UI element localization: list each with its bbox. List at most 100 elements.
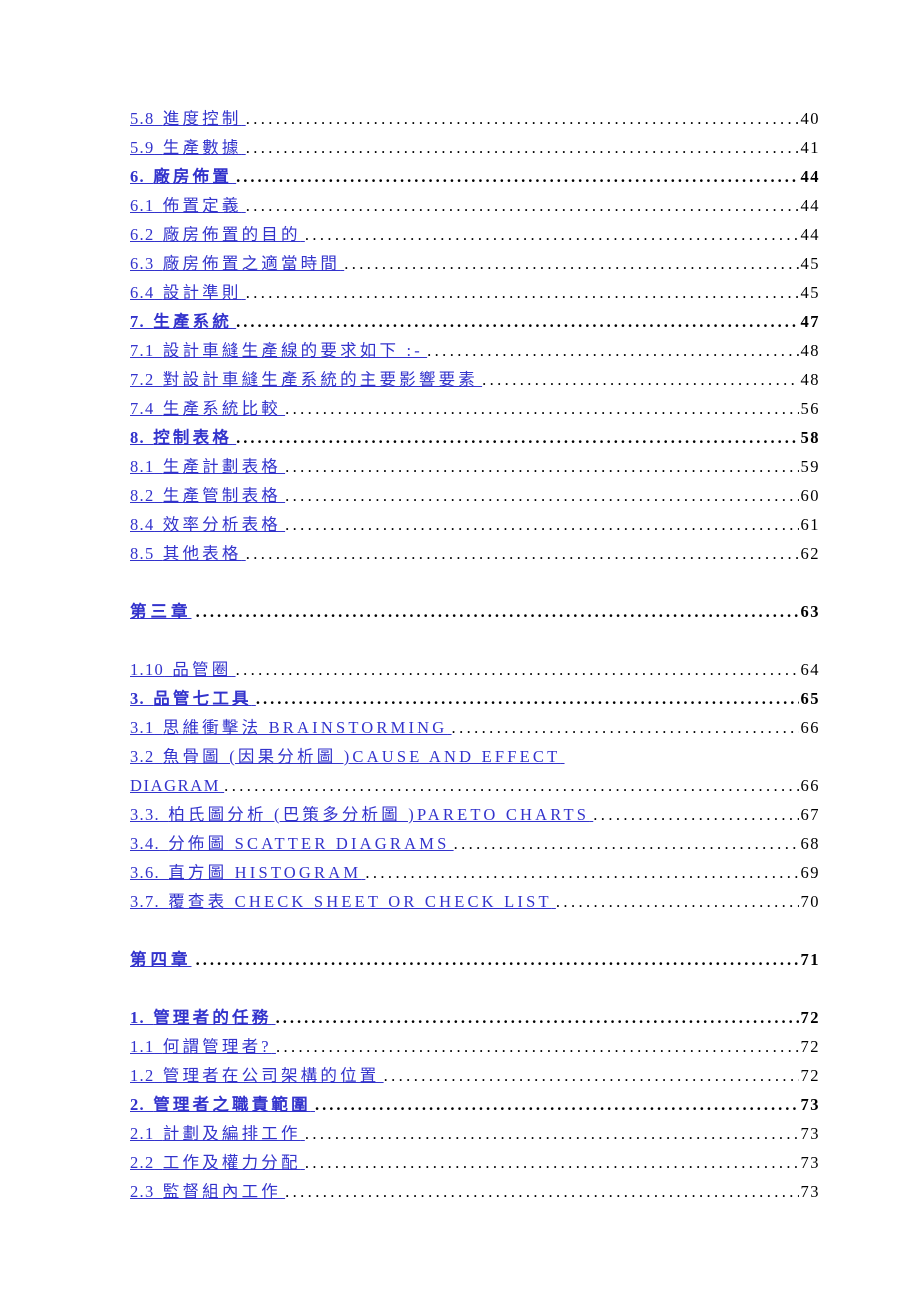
toc-entry-title: 生產管制表格 xyxy=(162,486,281,505)
toc-entry-row[interactable]: 2. 管理者之職責範圍 73 xyxy=(130,1090,820,1119)
toc-number-title-gap xyxy=(155,220,163,249)
toc-entry-row[interactable]: 6. 廠房佈置 44 xyxy=(130,162,820,191)
toc-page-number: 45 xyxy=(800,254,820,273)
toc-page-number: 61 xyxy=(800,515,820,534)
toc-dot-leader xyxy=(246,191,799,220)
toc-entry-row[interactable]: 6.2 廠房佈置的目的 44 xyxy=(130,220,820,249)
toc-entry-number: 2. xyxy=(130,1095,145,1114)
toc-entry-row[interactable]: 8.1 生產計劃表格 59 xyxy=(130,452,820,481)
toc-entry-row[interactable]: 3.7. 覆查表 CHECK SHEET OR CHECK LIST 70 xyxy=(130,887,820,916)
toc-entry-row[interactable]: 5.8 進度控制 40 xyxy=(130,104,820,133)
toc-entry-title: 廠房佈置之適當時間 xyxy=(162,254,341,273)
toc-number-title-gap xyxy=(155,481,163,510)
toc-entry-row[interactable]: 3.4. 分佈圖 SCATTER DIAGRAMS 68 xyxy=(130,829,820,858)
toc-number-title-gap xyxy=(160,829,168,858)
toc-page-number: 41 xyxy=(800,138,820,157)
toc-entry-number: 8.5 xyxy=(130,544,155,563)
toc-entry-row[interactable]: 7.4 生產系統比較 56 xyxy=(130,394,820,423)
toc-entry-title: 管理者在公司架構的位置 xyxy=(162,1066,380,1085)
toc-chapter-row[interactable]: 第三章 63 xyxy=(130,597,820,626)
toc-number-title-gap xyxy=(155,1032,163,1061)
toc-dot-leader xyxy=(285,1177,798,1206)
toc-entry-row[interactable]: 8.2 生產管制表格 60 xyxy=(130,481,820,510)
toc-entry-number: 6.3 xyxy=(130,254,155,273)
toc-number-title-gap xyxy=(145,1003,153,1032)
toc-entry-number: 6. xyxy=(130,167,145,186)
toc-dot-leader xyxy=(384,1061,799,1090)
toc-spacer xyxy=(130,626,820,655)
toc-page-number: 69 xyxy=(800,863,820,882)
toc-entry-number: 1. xyxy=(130,1008,145,1027)
toc-title-underline-tail xyxy=(560,742,820,771)
table-of-contents: 5.8 進度控制 405.9 生產數據 416. 廠房佈置 446.1 佈置定義… xyxy=(130,104,820,1206)
toc-entry-row[interactable]: 3.2 魚骨圖 (因果分析圖 )CAUSE AND EFFECT xyxy=(130,742,820,771)
toc-entry-row[interactable]: 7. 生產系統 47 xyxy=(130,307,820,336)
toc-page-number: 47 xyxy=(800,312,820,331)
toc-entry-number: 3.1 xyxy=(130,718,155,737)
toc-entry-row[interactable]: 3.1 思維衝擊法 BRAINSTORMING 66 xyxy=(130,713,820,742)
toc-entry-row[interactable]: 8.4 效率分析表格 61 xyxy=(130,510,820,539)
toc-entry-row[interactable]: DIAGRAM 66 xyxy=(130,771,820,800)
toc-entry-row[interactable]: 2.1 計劃及編排工作 73 xyxy=(130,1119,820,1148)
toc-page-number: 73 xyxy=(800,1095,820,1114)
toc-entry-title: 廠房佈置的目的 xyxy=(162,225,301,244)
toc-entry-row[interactable]: 1.1 何謂管理者? 72 xyxy=(130,1032,820,1061)
toc-dot-leader xyxy=(593,800,798,829)
toc-number-title-gap xyxy=(155,336,163,365)
toc-entry-number: 3. xyxy=(130,689,145,708)
toc-number-title-gap xyxy=(155,278,163,307)
toc-entry-row[interactable]: 7.1 設計車縫生產線的要求如下 :- 48 xyxy=(130,336,820,365)
toc-number-title-gap xyxy=(155,510,163,539)
toc-entry-row[interactable]: 6.1 佈置定義 44 xyxy=(130,191,820,220)
toc-entry-row[interactable]: 3. 品管七工具 65 xyxy=(130,684,820,713)
toc-entry-row[interactable]: 3.6. 直方圖 HISTOGRAM 69 xyxy=(130,858,820,887)
toc-number-title-gap xyxy=(145,307,153,336)
toc-entry-title: 計劃及編排工作 xyxy=(162,1124,301,1143)
toc-spacer xyxy=(130,974,820,1003)
toc-entry-number: 7.2 xyxy=(130,370,155,389)
toc-dot-leader xyxy=(285,452,798,481)
toc-entry-row[interactable]: 5.9 生產數據 41 xyxy=(130,133,820,162)
toc-entry-number: 8.1 xyxy=(130,457,155,476)
toc-dot-leader xyxy=(427,336,798,365)
toc-number-title-gap xyxy=(155,1119,163,1148)
toc-entry-row[interactable]: 1.2 管理者在公司架構的位置 72 xyxy=(130,1061,820,1090)
toc-page-number: 72 xyxy=(800,1037,820,1056)
toc-dot-leader xyxy=(556,887,799,916)
toc-number-title-gap xyxy=(155,394,163,423)
toc-entry-row[interactable]: 6.3 廠房佈置之適當時間 45 xyxy=(130,249,820,278)
toc-dot-leader xyxy=(315,1090,799,1119)
toc-entry-row[interactable]: 6.4 設計準則 45 xyxy=(130,278,820,307)
toc-entry-row[interactable]: 2.2 工作及權力分配 73 xyxy=(130,1148,820,1177)
toc-entry-title: 管理者之職責範圍 xyxy=(153,1095,311,1114)
toc-entry-title: 思維衝擊法 BRAINSTORMING xyxy=(162,718,448,737)
toc-entry-row[interactable]: 7.2 對設計車縫生產系統的主要影響要素 48 xyxy=(130,365,820,394)
toc-dot-leader xyxy=(276,1003,799,1032)
toc-entry-row[interactable]: 1. 管理者的任務 72 xyxy=(130,1003,820,1032)
toc-entry-number: 3.4. xyxy=(130,834,160,853)
toc-number-title-gap xyxy=(145,162,153,191)
toc-entry-row[interactable]: 8.5 其他表格 62 xyxy=(130,539,820,568)
toc-number-title-gap xyxy=(155,191,163,220)
toc-entry-row[interactable]: 1.10 品管圈 64 xyxy=(130,655,820,684)
toc-number-title-gap xyxy=(155,1177,163,1206)
toc-entry-row[interactable]: 3.3. 柏氏圖分析 (巴策多分析圖 )PARETO CHARTS 67 xyxy=(130,800,820,829)
toc-entry-title: 廠房佈置 xyxy=(153,167,233,186)
toc-entry-row[interactable]: 2.3 監督組內工作 73 xyxy=(130,1177,820,1206)
toc-page-number: 72 xyxy=(800,1066,820,1085)
toc-dot-leader xyxy=(246,539,799,568)
toc-dot-leader xyxy=(246,133,799,162)
toc-number-title-gap xyxy=(155,104,163,133)
toc-entry-number: 7. xyxy=(130,312,145,331)
toc-entry-title: 品管七工具 xyxy=(153,689,252,708)
toc-chapter-row[interactable]: 第四章 71 xyxy=(130,945,820,974)
toc-number-title-gap xyxy=(160,800,168,829)
toc-entry-number: 2.1 xyxy=(130,1124,155,1143)
toc-dot-leader xyxy=(452,713,799,742)
toc-entry-row[interactable]: 8. 控制表格 58 xyxy=(130,423,820,452)
toc-spacer xyxy=(130,568,820,597)
toc-entry-title: 佈置定義 xyxy=(162,196,242,215)
toc-entry-title: 品管圈 xyxy=(172,660,232,679)
toc-number-title-gap xyxy=(155,713,163,742)
toc-page-number: 73 xyxy=(800,1153,820,1172)
